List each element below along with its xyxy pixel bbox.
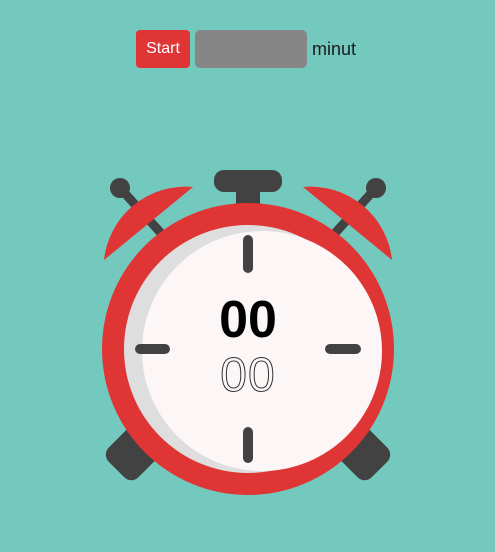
timer-seconds: 00 [220, 349, 276, 403]
timer-minutes: 00 [219, 291, 277, 349]
alarm-clock-illustration [102, 170, 394, 495]
